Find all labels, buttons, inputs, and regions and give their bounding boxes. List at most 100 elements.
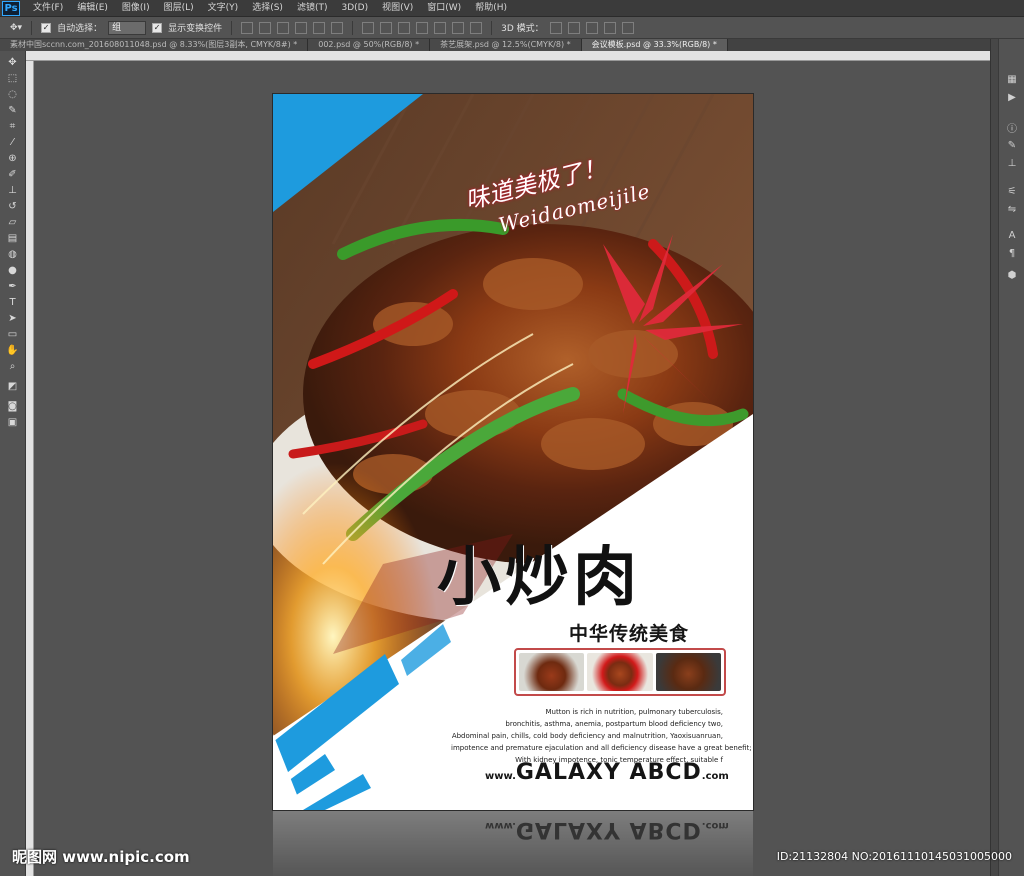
document-tabs: 素材中国sccnn.com_201608011048.psd @ 8.33%(图… (0, 39, 990, 51)
3d-panel-icon[interactable]: ⬢ (1006, 269, 1018, 281)
roll-3d-icon[interactable] (567, 21, 580, 34)
canvas-area[interactable]: 味道美极了！ Weidaomeijile 小炒肉 中华传统美食 Mutton i… (35, 62, 990, 876)
adjustments-icon[interactable]: ⚟ (1006, 185, 1018, 197)
menu-select[interactable]: 选择(S) (245, 0, 290, 17)
history-brush-icon[interactable]: ↺ (6, 201, 19, 212)
scale-3d-icon[interactable] (621, 21, 634, 34)
thumbnail-image (587, 653, 653, 691)
blur-tool-icon[interactable]: ◍ (6, 249, 19, 260)
distribute-bottom-icon[interactable] (398, 21, 411, 34)
body-line: Mutton is rich in nutrition, pulmonary t… (545, 708, 724, 716)
brush-tool-icon[interactable]: ✐ (6, 169, 19, 180)
distribute-left-icon[interactable] (416, 21, 429, 34)
footer-www: www. (485, 771, 516, 782)
menu-3d[interactable]: 3D(D) (334, 0, 375, 17)
app-logo[interactable]: Ps (2, 0, 20, 16)
brush-panel-icon[interactable]: ✎ (1006, 139, 1018, 151)
menu-window[interactable]: 窗口(W) (420, 0, 468, 17)
paragraph-panel-icon[interactable]: ¶ (1006, 247, 1018, 259)
color-swatch-icon[interactable]: ◩ (6, 381, 19, 392)
align-right-icon[interactable] (331, 21, 344, 34)
marquee-tool-icon[interactable]: ⬚ (6, 73, 19, 84)
lasso-tool-icon[interactable]: ◌ (6, 89, 19, 100)
reflection-www: www. (485, 820, 516, 831)
align-left-icon[interactable] (295, 21, 308, 34)
styles-icon[interactable]: ⇋ (1006, 203, 1018, 215)
history-panel-icon[interactable]: ▦ (1006, 73, 1018, 85)
character-panel-icon[interactable]: A (1006, 229, 1018, 241)
align-top-icon[interactable] (241, 21, 254, 34)
thumbnail-image (519, 653, 585, 691)
poster-title: 小炒肉 (437, 540, 641, 615)
body-text: Mutton is rich in nutrition, pulmonary t… (451, 706, 752, 766)
distribute-center-icon[interactable] (434, 21, 447, 34)
gradient-tool-icon[interactable]: ▤ (6, 233, 19, 244)
auto-select-dropdown[interactable]: 组 (108, 20, 147, 35)
menu-layer[interactable]: 图层(L) (157, 0, 201, 17)
align-bottom-icon[interactable] (277, 21, 290, 34)
menu-edit[interactable]: 编辑(E) (70, 0, 115, 17)
path-select-icon[interactable]: ➤ (6, 313, 19, 324)
poster-document[interactable]: 味道美极了！ Weidaomeijile 小炒肉 中华传统美食 Mutton i… (273, 94, 753, 810)
separator (491, 20, 493, 35)
clone-source-icon[interactable]: ⊥ (1006, 157, 1018, 169)
show-transform-checkbox[interactable]: ✓ (152, 22, 163, 33)
doc-tab[interactable]: 茶艺展架.psd @ 12.5%(CMYK/8) * (430, 39, 582, 51)
rotate-3d-icon[interactable] (549, 21, 562, 34)
doc-tab-active[interactable]: 会议模板.psd @ 33.3%(RGB/8) * (581, 39, 728, 51)
info-panel-icon[interactable]: ⓘ (1006, 121, 1018, 135)
eraser-tool-icon[interactable]: ▱ (6, 217, 19, 228)
footer-url: www.GALAXY ABCD.com (485, 760, 729, 785)
menubar: Ps 文件(F) 编辑(E) 图像(I) 图层(L) 文字(Y) 选择(S) 滤… (0, 0, 1024, 17)
reflection-brand: GALAXY ABCD (515, 817, 702, 842)
doc-tab[interactable]: 002.psd @ 50%(RGB/8) * (308, 39, 431, 51)
separator (352, 20, 354, 35)
watermark-id: ID:21132804 NO:20161110145031005000 (776, 850, 1012, 863)
quick-mask-icon[interactable]: ◙ (6, 401, 19, 412)
align-center-icon[interactable] (313, 21, 326, 34)
panel-dock-edge[interactable] (990, 39, 998, 876)
mode-3d-label: 3D 模式： (501, 24, 544, 34)
clone-stamp-icon[interactable]: ⊥ (6, 185, 19, 196)
doc-tab[interactable]: 素材中国sccnn.com_201608011048.psd @ 8.33%(图… (0, 39, 309, 51)
vertical-ruler[interactable] (26, 61, 34, 876)
slide-3d-icon[interactable] (603, 21, 616, 34)
eyedropper-tool-icon[interactable]: ⁄ (6, 137, 19, 148)
actions-panel-icon[interactable]: ▶ (1006, 91, 1018, 103)
screen-mode-icon[interactable]: ▣ (6, 417, 19, 428)
crop-tool-icon[interactable]: ⌗ (6, 121, 19, 132)
poster-subtitle: 中华传统美食 (569, 623, 690, 645)
poster-reflection: www.GALAXY ABCD.com (273, 811, 753, 876)
menu-file[interactable]: 文件(F) (26, 0, 70, 17)
quick-select-tool-icon[interactable]: ✎ (6, 105, 19, 116)
hand-tool-icon[interactable]: ✋ (6, 345, 19, 356)
horizontal-ruler[interactable] (26, 51, 990, 61)
auto-align-icon[interactable] (470, 21, 483, 34)
pen-tool-icon[interactable]: ✒ (6, 281, 19, 292)
healing-brush-icon[interactable]: ⊕ (6, 153, 19, 164)
body-line: bronchitis, asthma, anemia, postpartum b… (505, 720, 723, 728)
align-middle-icon[interactable] (259, 21, 272, 34)
menu-view[interactable]: 视图(V) (375, 0, 420, 17)
footer-com: .com (701, 771, 729, 782)
shape-tool-icon[interactable]: ▭ (6, 329, 19, 340)
distribute-right-icon[interactable] (452, 21, 465, 34)
dodge-tool-icon[interactable]: ● (6, 265, 19, 276)
menu-filter[interactable]: 滤镜(T) (290, 0, 335, 17)
options-bar: ✥▾ ✓ 自动选择： 组 ✓ 显示变换控件 3D 模式： (0, 17, 1024, 39)
distribute-middle-icon[interactable] (380, 21, 393, 34)
move-tool-icon[interactable]: ✥ (6, 57, 19, 68)
footer-brand: GALAXY ABCD (515, 760, 702, 785)
menu-type[interactable]: 文字(Y) (201, 0, 246, 17)
zoom-tool-icon[interactable]: ⌕ (6, 361, 19, 372)
menu-help[interactable]: 帮助(H) (468, 0, 514, 17)
menu-image[interactable]: 图像(I) (115, 0, 157, 17)
move-tool-icon[interactable]: ✥▾ (10, 23, 22, 33)
type-tool-icon[interactable]: T (6, 297, 19, 308)
watermark-site: 昵图网 www.nipic.com (12, 848, 190, 866)
auto-select-checkbox[interactable]: ✓ (41, 22, 52, 33)
drag-3d-icon[interactable] (585, 21, 598, 34)
photoshop-window: Ps 文件(F) 编辑(E) 图像(I) 图层(L) 文字(Y) 选择(S) 滤… (0, 0, 1024, 876)
distribute-top-icon[interactable] (362, 21, 375, 34)
body-line: Abdominal pain, chills, cold body defici… (451, 732, 723, 740)
